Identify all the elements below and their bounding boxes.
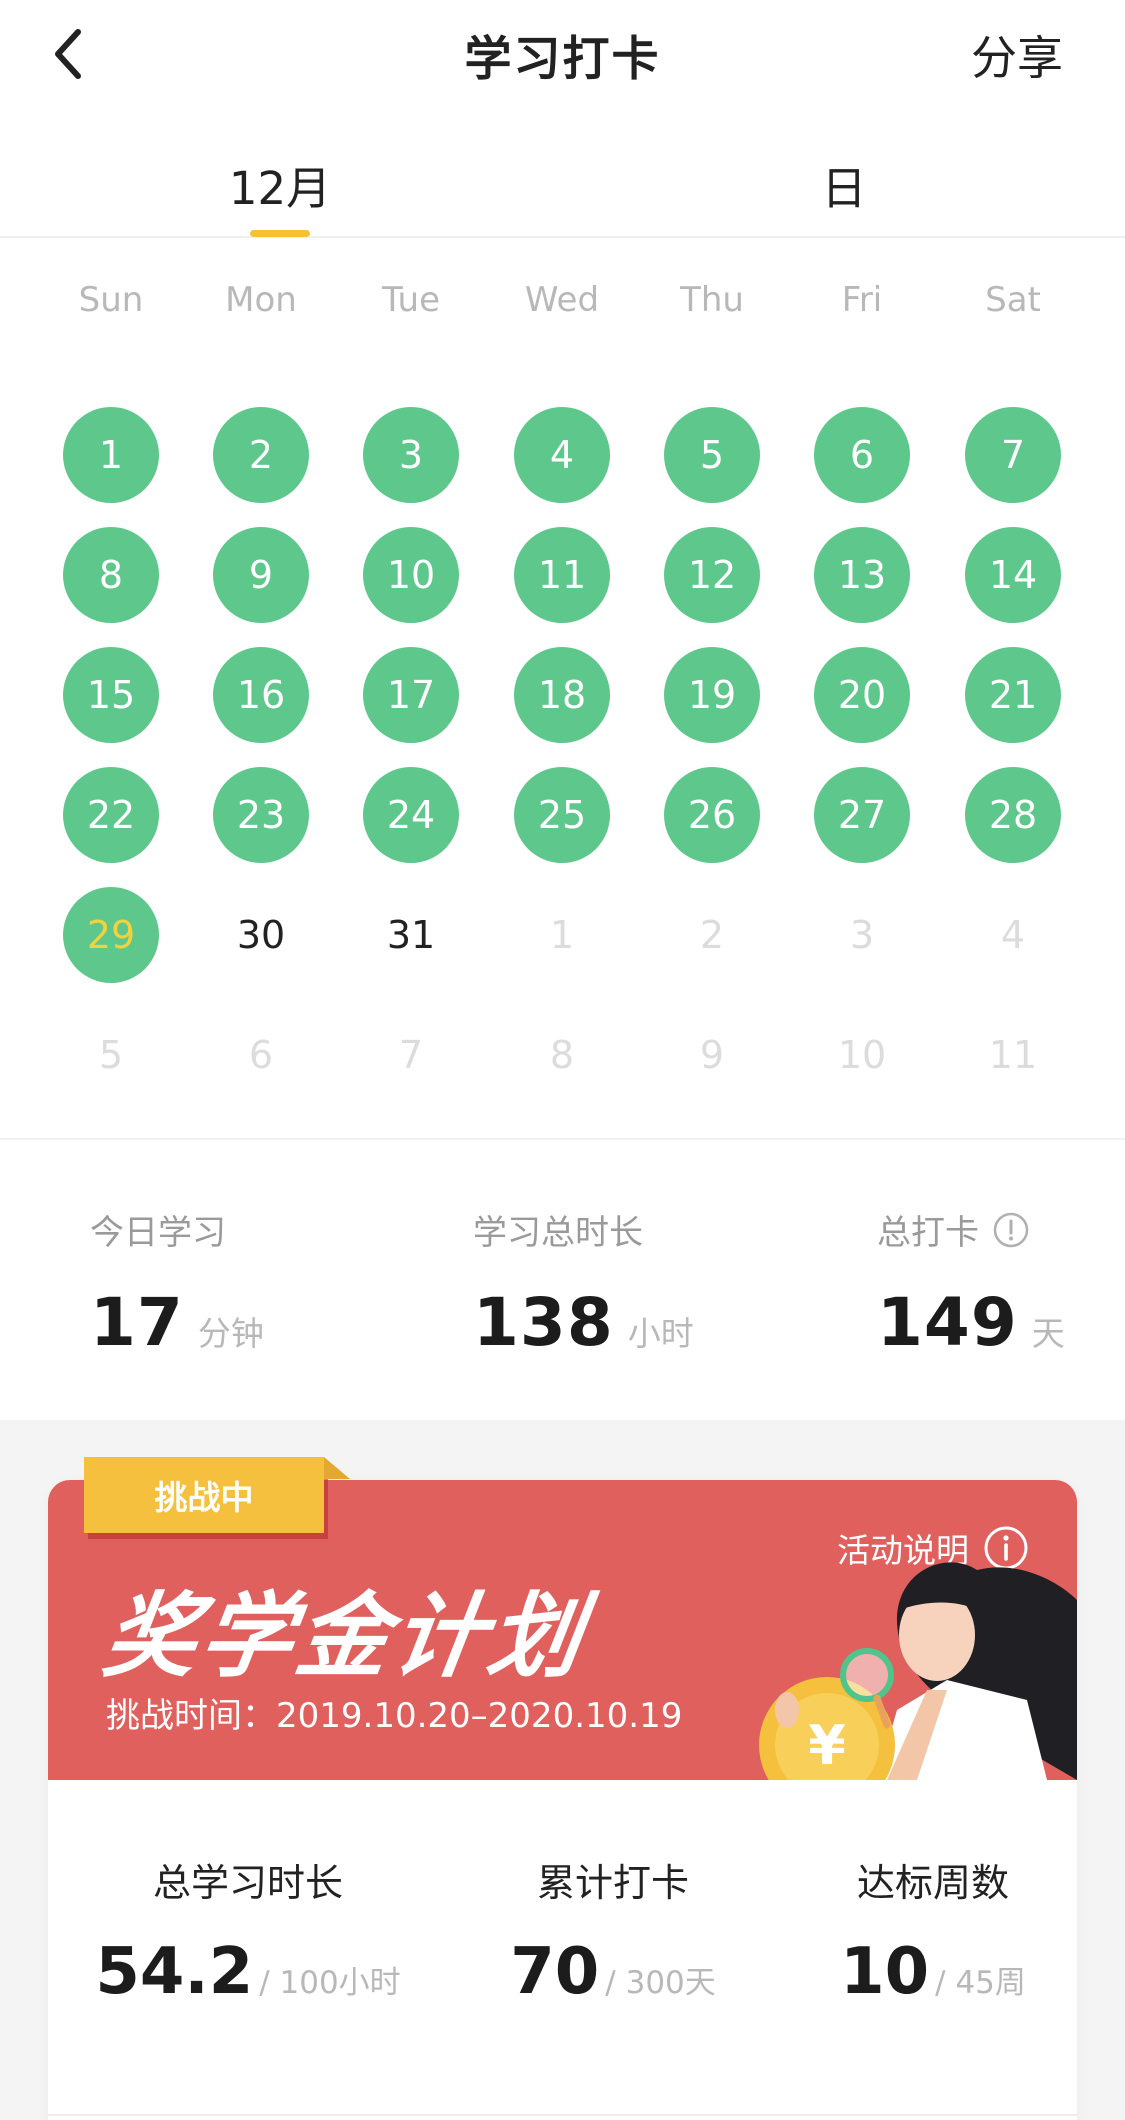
calendar-day[interactable]: 25 bbox=[514, 767, 610, 863]
calendar-day[interactable]: 11 bbox=[514, 527, 610, 623]
calendar-day[interactable]: 7 bbox=[965, 407, 1061, 503]
calendar-day[interactable]: 8 bbox=[63, 527, 159, 623]
calendar-day[interactable]: 5 bbox=[664, 407, 760, 503]
weekday-label: Sat bbox=[985, 280, 1041, 320]
weekday-label: Sun bbox=[78, 280, 144, 320]
girl-with-coin-illustration: ¥ bbox=[759, 1562, 1077, 1780]
active-tab-indicator bbox=[250, 230, 310, 237]
share-button[interactable]: 分享 bbox=[971, 22, 1063, 88]
calendar-day-today[interactable]: 29 bbox=[63, 887, 159, 983]
calendar-day[interactable]: 16 bbox=[213, 647, 309, 743]
calendar-day[interactable]: 1 bbox=[63, 407, 159, 503]
calendar-day[interactable]: 9 bbox=[213, 527, 309, 623]
calendar-day[interactable]: 23 bbox=[213, 767, 309, 863]
page-title: 学习打卡 bbox=[464, 32, 661, 87]
weekday-label: Wed bbox=[524, 280, 600, 320]
calendar-day[interactable]: 22 bbox=[63, 767, 159, 863]
challenge-stat-label: 达标周数 bbox=[856, 1861, 1009, 1905]
stat-value: 17 bbox=[90, 1284, 184, 1361]
challenge-stat-value: 54.2 bbox=[95, 1935, 254, 2009]
calendar-day[interactable]: 17 bbox=[363, 647, 459, 743]
badge-fold bbox=[324, 1457, 350, 1479]
weekday-header: Sun Mon Tue Wed Thu Fri Sat bbox=[0, 280, 1125, 330]
divider bbox=[0, 1138, 1125, 1140]
challenge-badge: 挑战中 bbox=[84, 1457, 356, 1533]
weekday-label: Tue bbox=[381, 280, 441, 320]
stat-total-time: 学习总时长 138 小时 bbox=[473, 1205, 694, 1361]
calendar-day[interactable]: 10 bbox=[363, 527, 459, 623]
calendar-day[interactable]: 31 bbox=[363, 887, 459, 983]
challenge-stat-label: 总学习时长 bbox=[152, 1861, 343, 1905]
challenge-stat-checkins: 累计打卡 70 / 300天 bbox=[488, 1852, 738, 2009]
calendar-day[interactable]: 27 bbox=[814, 767, 910, 863]
calendar-day[interactable]: 4 bbox=[965, 887, 1061, 983]
calendar-day[interactable]: 6 bbox=[213, 1007, 309, 1103]
calendar-day[interactable]: 18 bbox=[514, 647, 610, 743]
calendar-day[interactable]: 2 bbox=[213, 407, 309, 503]
stat-label: 学习总时长 bbox=[473, 1213, 643, 1253]
challenge-stat-value: 10 bbox=[840, 1935, 930, 2009]
calendar-day[interactable]: 30 bbox=[213, 887, 309, 983]
stat-value: 149 bbox=[877, 1284, 1018, 1361]
coin-symbol: ¥ bbox=[808, 1714, 846, 1777]
stat-label: 总打卡 bbox=[877, 1213, 979, 1253]
calendar-day[interactable]: 15 bbox=[63, 647, 159, 743]
challenge-stats: 总学习时长 54.2 / 100小时 累计打卡 70 / 300天 达标周数 1… bbox=[48, 1780, 1077, 2120]
calendar-day[interactable]: 19 bbox=[664, 647, 760, 743]
calendar-day[interactable]: 5 bbox=[63, 1007, 159, 1103]
challenge-stat-total: / 100小时 bbox=[259, 1965, 401, 2001]
calendar-day[interactable]: 2 bbox=[664, 887, 760, 983]
calendar-day[interactable]: 4 bbox=[514, 407, 610, 503]
weekday-label: Mon bbox=[225, 280, 297, 320]
stat-today: 今日学习 17 分钟 bbox=[90, 1205, 264, 1361]
divider bbox=[48, 2114, 1077, 2116]
calendar-day[interactable]: 3 bbox=[814, 887, 910, 983]
calendar-day[interactable]: 13 bbox=[814, 527, 910, 623]
calendar-day[interactable]: 20 bbox=[814, 647, 910, 743]
calendar-day[interactable]: 9 bbox=[664, 1007, 760, 1103]
nav-bar: 学习打卡 分享 bbox=[0, 0, 1125, 110]
calendar-day[interactable]: 6 bbox=[814, 407, 910, 503]
scholarship-card[interactable]: 活动说明 奖学金计划 挑战时间：2019.10.20–2020.10.19 ¥ bbox=[48, 1480, 1077, 2120]
challenge-stat-study-time: 总学习时长 54.2 / 100小时 bbox=[95, 1852, 401, 2009]
stat-unit: 天 bbox=[1031, 1314, 1065, 1353]
weekday-label: Thu bbox=[680, 280, 744, 320]
stat-value: 138 bbox=[473, 1284, 614, 1361]
tab-day[interactable]: 日 bbox=[764, 152, 924, 217]
calendar-day[interactable]: 10 bbox=[814, 1007, 910, 1103]
stat-label: 今日学习 bbox=[90, 1213, 226, 1253]
challenge-stat-total: / 45周 bbox=[935, 1965, 1026, 2001]
weekday-label: Fri bbox=[841, 280, 883, 320]
challenge-stat-label: 累计打卡 bbox=[536, 1861, 689, 1905]
tab-bar: 12月 日 bbox=[0, 140, 1125, 238]
challenge-stat-total: / 300天 bbox=[605, 1965, 716, 2001]
calendar-day[interactable]: 3 bbox=[363, 407, 459, 503]
calendar-day[interactable]: 1 bbox=[514, 887, 610, 983]
calendar-day[interactable]: 24 bbox=[363, 767, 459, 863]
challenge-stat-value: 70 bbox=[510, 1935, 600, 2009]
calendar-day[interactable]: 21 bbox=[965, 647, 1061, 743]
tab-month[interactable]: 12月 bbox=[200, 152, 360, 217]
calendar-day[interactable]: 12 bbox=[664, 527, 760, 623]
challenge-period: 挑战时间：2019.10.20–2020.10.19 bbox=[106, 1696, 683, 1736]
calendar-day[interactable]: 14 bbox=[965, 527, 1061, 623]
calendar-day[interactable]: 11 bbox=[965, 1007, 1061, 1103]
stat-unit: 小时 bbox=[627, 1314, 694, 1353]
challenge-stat-weeks: 达标周数 10 / 45周 bbox=[818, 1852, 1048, 2009]
calendar-day[interactable]: 26 bbox=[664, 767, 760, 863]
stat-unit: 分钟 bbox=[197, 1314, 264, 1353]
stat-total-checkin: 总打卡 149 天 bbox=[877, 1205, 1065, 1361]
calendar-day[interactable]: 7 bbox=[363, 1007, 459, 1103]
calendar-day[interactable]: 8 bbox=[514, 1007, 610, 1103]
calendar-day[interactable]: 28 bbox=[965, 767, 1061, 863]
plan-title: 奖学金计划 bbox=[97, 1583, 593, 1690]
info-icon[interactable] bbox=[993, 1212, 1029, 1248]
status-badge: 挑战中 bbox=[84, 1457, 324, 1533]
